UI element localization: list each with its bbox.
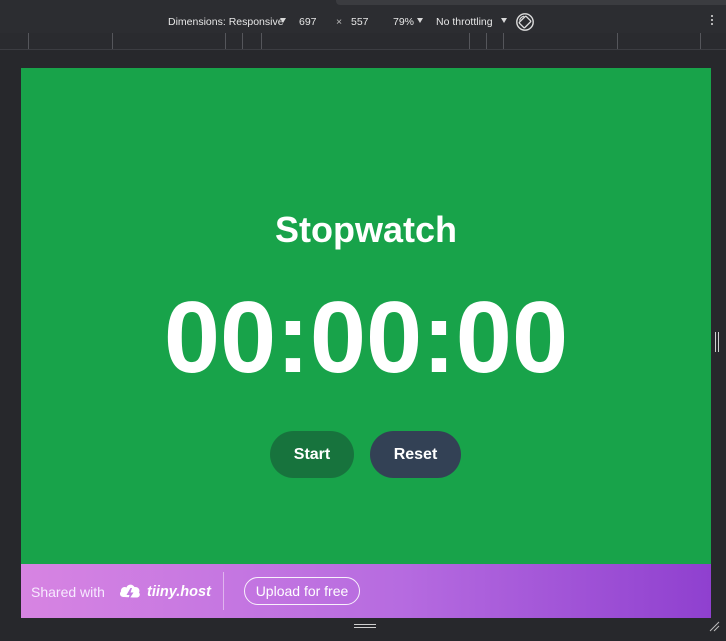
rotate-icon[interactable] [515, 12, 535, 32]
page-viewport: Stopwatch 00:00:00 Start Reset Shared wi… [21, 68, 711, 618]
dimensions-separator: × [336, 16, 343, 28]
tiiny-host-brand[interactable]: tiiny.host [147, 584, 211, 600]
reset-button[interactable]: Reset [370, 431, 461, 478]
start-button[interactable]: Start [270, 431, 354, 478]
throttling-dropdown-label[interactable]: No throttling [436, 16, 493, 28]
dimensions-dropdown-label[interactable]: Dimensions: Responsive [168, 16, 284, 28]
height-input[interactable]: 557 [351, 16, 369, 28]
dimensions-caret-down-icon[interactable] [280, 18, 286, 23]
media-query-ruler [0, 33, 726, 50]
device-toolbar: Dimensions: Responsive 697 × 557 79% No … [0, 0, 726, 33]
stopwatch-title: Stopwatch [274, 209, 457, 250]
toolbar-top-edge [336, 0, 726, 5]
tiiny-host-banner: Shared with tiiny.host Upload for free [21, 564, 711, 618]
throttling-caret-down-icon[interactable] [501, 18, 507, 23]
width-input[interactable]: 697 [299, 16, 317, 28]
upload-for-free-button[interactable]: Upload for free [244, 577, 360, 605]
viewport-resize-corner-icon[interactable] [708, 620, 720, 632]
viewport-resize-handle-bottom[interactable] [354, 623, 376, 629]
stopwatch-time-display: 00:00:00 [163, 282, 569, 394]
shared-with-text: Shared with [31, 584, 105, 600]
zoom-caret-down-icon[interactable] [417, 18, 423, 23]
more-vertical-icon[interactable] [709, 15, 715, 29]
zoom-dropdown-label[interactable]: 79% [393, 16, 414, 28]
banner-divider [223, 572, 224, 610]
tiiny-host-logo-icon[interactable] [117, 578, 143, 604]
viewport-resize-handle-right[interactable] [713, 332, 721, 352]
